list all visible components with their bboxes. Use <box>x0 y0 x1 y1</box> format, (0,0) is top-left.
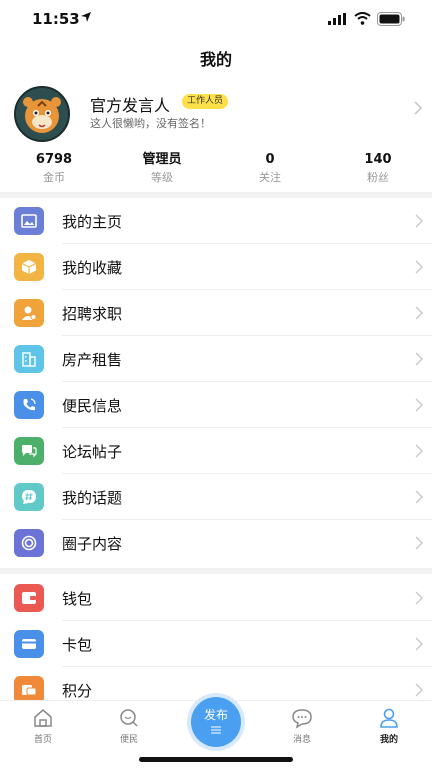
tab-label: 消息 <box>292 735 311 745</box>
building-icon <box>14 345 44 373</box>
stat-label: 金币 <box>43 171 65 184</box>
menu-item-convenience-info[interactable]: 便民信息 <box>0 382 432 428</box>
menu-label: 论坛帖子 <box>62 443 123 461</box>
chevron-right-icon <box>415 398 423 412</box>
menu-label: 卡包 <box>62 636 93 654</box>
page-title: 我的 <box>199 50 232 69</box>
tab-home[interactable]: 首页 <box>13 707 73 745</box>
menu-item-circle-content[interactable]: 圈子内容 <box>0 520 432 566</box>
chevron-right-icon <box>415 444 423 458</box>
menu-label: 钱包 <box>62 590 93 608</box>
profile-card[interactable]: 官方发言人 工作人员 这人很懒哟，没有签名！ <box>0 82 432 142</box>
stat-value: 140 <box>364 152 392 167</box>
search-bubble-icon <box>120 709 138 727</box>
avatar[interactable] <box>14 86 70 142</box>
stat-label: 粉丝 <box>367 171 389 184</box>
chevron-right-icon <box>415 260 423 274</box>
menu-item-my-topics[interactable]: 我的话题 <box>0 474 432 520</box>
user-signature: 这人很懒哟，没有签名！ <box>90 117 211 130</box>
status-bar: 11:53 <box>0 0 432 40</box>
tab-messages[interactable]: 消息 <box>272 707 332 745</box>
chevron-right-icon <box>414 101 423 115</box>
home-icon <box>34 709 52 727</box>
menu-label: 我的话题 <box>62 489 123 507</box>
menu-item-favorites[interactable]: 我的收藏 <box>0 244 432 290</box>
phone-icon <box>14 391 44 419</box>
menu-item-recruitment[interactable]: 招聘求职 <box>0 290 432 336</box>
chevron-right-icon <box>415 306 423 320</box>
menu-item-wallet[interactable]: 钱包 <box>0 575 432 621</box>
chevron-right-icon <box>415 536 423 550</box>
tab-label: 我的 <box>379 735 398 745</box>
chevron-right-icon <box>415 591 423 605</box>
stat-value: 0 <box>265 152 275 167</box>
tab-label: 首页 <box>33 735 52 745</box>
chevron-right-icon <box>415 352 423 366</box>
chevron-right-icon <box>415 214 423 228</box>
message-icon <box>292 709 312 729</box>
status-time: 11:53 <box>32 10 80 28</box>
circle-icon <box>14 529 44 557</box>
menu-label: 房产租售 <box>62 351 123 369</box>
menu-item-forum-posts[interactable]: 论坛帖子 <box>0 428 432 474</box>
publish-button[interactable]: 发布 <box>191 697 241 747</box>
tab-label: 便民 <box>119 735 138 745</box>
stat-coins[interactable]: 6798 金币 <box>4 152 104 186</box>
menu-label: 圈子内容 <box>62 535 123 553</box>
wallet-icon <box>14 584 44 612</box>
chat-icon <box>14 437 44 465</box>
chevron-right-icon <box>415 490 423 504</box>
menu-label: 便民信息 <box>62 397 123 415</box>
tab-convenience[interactable]: 便民 <box>99 707 159 745</box>
section-divider <box>0 568 432 574</box>
stat-level[interactable]: 管理员 等级 <box>112 152 212 186</box>
tab-mine[interactable]: 我的 <box>359 707 419 745</box>
battery-icon <box>377 12 405 26</box>
tiger-avatar-icon <box>16 88 68 140</box>
chevron-right-icon <box>415 637 423 651</box>
favorites-box-icon <box>14 253 44 281</box>
menu-item-card-wallet[interactable]: 卡包 <box>0 621 432 667</box>
stat-followers[interactable]: 140 粉丝 <box>328 152 428 186</box>
wifi-icon <box>354 12 371 25</box>
user-name: 官方发言人 <box>90 96 171 115</box>
stat-value: 6798 <box>35 152 73 167</box>
cellular-signal-icon <box>328 13 346 25</box>
card-icon <box>14 630 44 658</box>
menu-label: 我的收藏 <box>62 259 123 277</box>
menu-item-real-estate[interactable]: 房产租售 <box>0 336 432 382</box>
home-indicator <box>139 757 293 762</box>
stat-label: 关注 <box>259 171 281 184</box>
user-icon <box>380 708 398 728</box>
menu-item-my-homepage[interactable]: 我的主页 <box>0 198 432 244</box>
chevron-right-icon <box>415 683 423 697</box>
menu-lines-icon <box>211 726 221 734</box>
location-arrow-icon <box>80 11 92 27</box>
topic-icon <box>14 483 44 511</box>
publish-label: 发布 <box>203 708 228 722</box>
homepage-icon <box>14 207 44 235</box>
stats-row: 6798 金币 管理员 等级 0 关注 140 粉丝 <box>0 152 432 186</box>
stat-label: 等级 <box>151 171 173 184</box>
stat-value: 管理员 <box>142 152 182 167</box>
menu-label: 我的主页 <box>62 213 123 231</box>
menu-label: 招聘求职 <box>62 305 123 323</box>
stat-following[interactable]: 0 关注 <box>220 152 320 186</box>
recruit-icon <box>14 299 44 327</box>
staff-badge: 工作人员 <box>182 94 229 109</box>
menu-label: 积分 <box>62 682 93 700</box>
